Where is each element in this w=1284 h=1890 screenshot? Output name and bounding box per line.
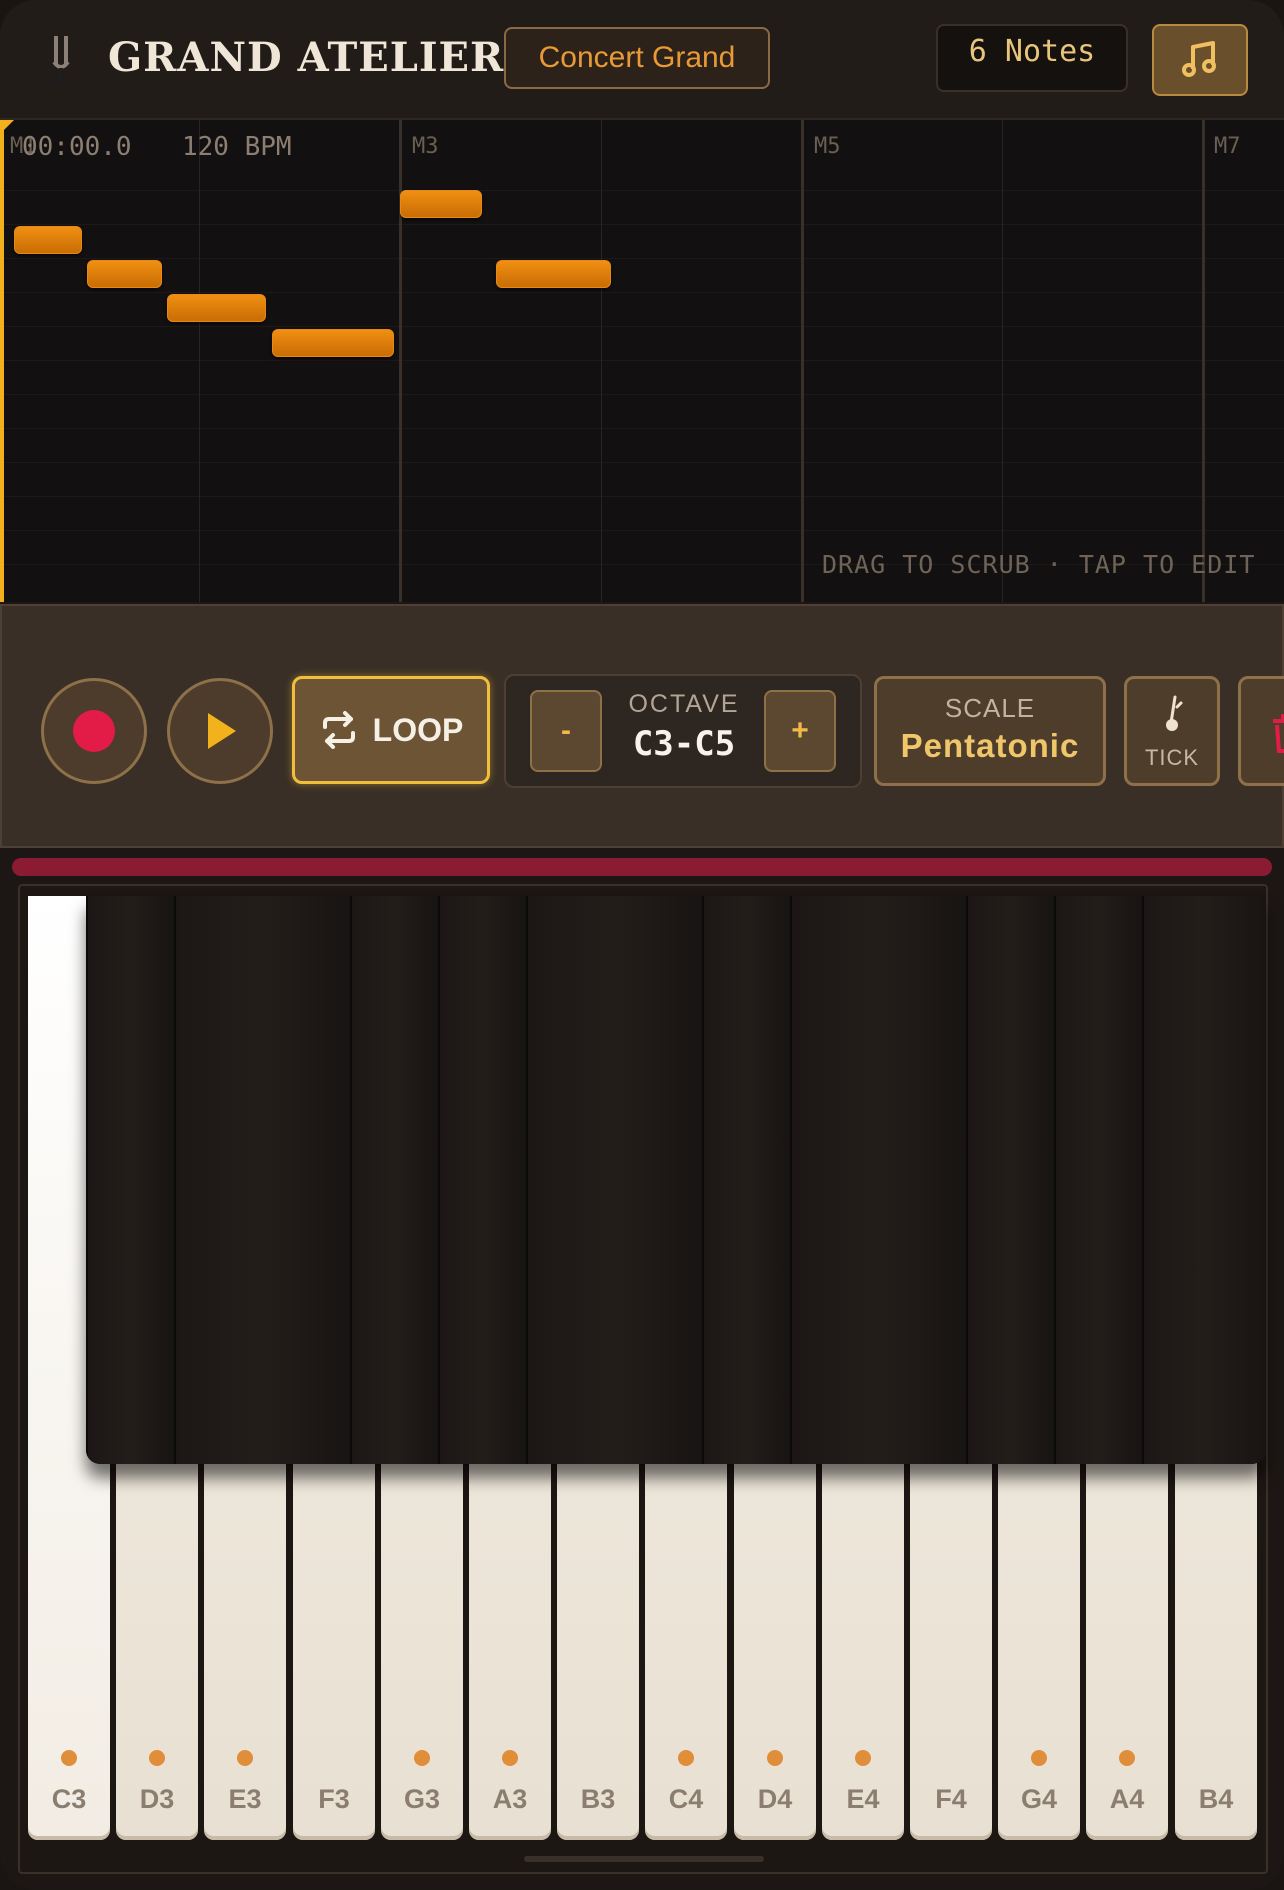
key-label: C3 — [51, 1784, 87, 1814]
key-label: G3 — [403, 1784, 441, 1814]
scale-value: Pentatonic — [900, 727, 1080, 764]
note-block[interactable] — [272, 329, 394, 357]
piano-roll-timeline[interactable]: M1 M3 M5 M7 00:00.0 120 BPM DRAG TO SCRU… — [0, 120, 1284, 602]
measure-label: M3 — [412, 134, 439, 159]
piano-keyboard: C3 D3 E3 F3 G3 A3 B3 C4 D4 E4 F4 G4 A4 B4 — [18, 884, 1268, 1874]
header: GRAND ATELIER Concert Grand 6 Notes — [0, 0, 1284, 120]
black-key[interactable] — [174, 896, 350, 1464]
measure-line — [801, 120, 804, 602]
metronome-tick-button[interactable]: TICK — [1124, 676, 1220, 786]
timeline-hint: DRAG TO SCRUB · TAP TO EDIT — [822, 550, 1256, 579]
loop-button[interactable]: LOOP — [292, 676, 490, 784]
grid-line — [0, 530, 1284, 531]
octave-down-button[interactable]: - — [530, 690, 602, 772]
black-key[interactable] — [526, 896, 702, 1464]
scale-indicator-dot — [149, 1750, 165, 1766]
grid-line — [0, 496, 1284, 497]
scale-indicator-dot — [61, 1750, 77, 1766]
tuning-fork-icon — [52, 36, 70, 85]
black-key[interactable] — [790, 896, 966, 1464]
measure-label: M5 — [814, 134, 841, 159]
octave-title: OCTAVE — [628, 690, 740, 718]
velocity-bar[interactable] — [12, 858, 1272, 876]
notes-count-badge: 6 Notes — [936, 24, 1128, 92]
scale-indicator-dot — [678, 1750, 694, 1766]
key-label: E4 — [846, 1784, 880, 1814]
key-label: B4 — [1198, 1784, 1234, 1814]
scale-indicator-dot — [1031, 1750, 1047, 1766]
black-key[interactable] — [702, 896, 790, 1464]
grid-line — [0, 428, 1284, 429]
black-key[interactable] — [966, 896, 1054, 1464]
key-label: D4 — [757, 1784, 793, 1814]
note-block[interactable] — [167, 294, 266, 322]
note-block[interactable] — [400, 190, 482, 218]
loop-label: LOOP — [372, 711, 464, 748]
record-icon — [73, 710, 115, 752]
key-label: F4 — [935, 1784, 967, 1814]
time-readout: 00:00.0 — [22, 132, 132, 162]
piano-app: GRAND ATELIER Concert Grand 6 Notes M1 M… — [0, 0, 1284, 1890]
key-label: G4 — [1020, 1784, 1058, 1814]
loop-icon — [322, 711, 355, 749]
grid-line — [0, 326, 1284, 327]
grid-line — [0, 292, 1284, 293]
beat-line — [1002, 120, 1003, 602]
control-bar: LOOP - OCTAVE C3-C5 + SCALE Pentatonic T… — [0, 604, 1284, 848]
playhead-marker[interactable] — [0, 120, 14, 134]
key-label: B3 — [580, 1784, 616, 1814]
key-label: D3 — [139, 1784, 175, 1814]
scale-indicator-dot — [502, 1750, 518, 1766]
key-label: F3 — [318, 1784, 350, 1814]
music-menu-button[interactable] — [1152, 24, 1248, 96]
delete-button[interactable] — [1238, 676, 1284, 786]
grid-line — [0, 190, 1284, 191]
key-label: E3 — [228, 1784, 262, 1814]
note-block[interactable] — [496, 260, 611, 288]
bpm-readout: 120 BPM — [182, 132, 292, 162]
key-label: C4 — [668, 1784, 704, 1814]
grid-line — [0, 462, 1284, 463]
scale-indicator-dot — [855, 1750, 871, 1766]
play-icon — [208, 713, 236, 749]
keyboard-handle[interactable] — [524, 1856, 764, 1862]
black-keys — [86, 896, 1266, 1464]
black-key[interactable] — [350, 896, 438, 1464]
grid-line — [0, 394, 1284, 395]
grid-line — [0, 258, 1284, 259]
key-label: A3 — [492, 1784, 528, 1814]
scale-indicator-dot — [237, 1750, 253, 1766]
playhead[interactable] — [0, 120, 4, 602]
app-title: GRAND ATELIER — [108, 34, 505, 81]
grid-line — [0, 360, 1284, 361]
measure-label: M7 — [1214, 134, 1241, 159]
black-key[interactable] — [1142, 896, 1266, 1464]
scale-selector[interactable]: SCALE Pentatonic — [874, 676, 1106, 786]
trash-icon — [1273, 714, 1284, 753]
scale-indicator-dot — [1119, 1750, 1135, 1766]
octave-control: - OCTAVE C3-C5 + — [504, 674, 862, 788]
measure-line — [1202, 120, 1205, 602]
music-note-icon — [1182, 41, 1216, 77]
octave-range-value: C3-C5 — [632, 724, 736, 764]
note-block[interactable] — [87, 260, 162, 288]
grid-line — [0, 224, 1284, 225]
black-key[interactable] — [438, 896, 526, 1464]
scale-title: SCALE — [944, 693, 1036, 723]
beat-line — [601, 120, 602, 602]
record-button[interactable] — [41, 678, 147, 784]
key-label: A4 — [1109, 1784, 1145, 1814]
scale-indicator-dot — [767, 1750, 783, 1766]
note-block[interactable] — [14, 226, 82, 254]
scale-indicator-dot — [414, 1750, 430, 1766]
black-key[interactable] — [1054, 896, 1142, 1464]
octave-up-button[interactable]: + — [764, 690, 836, 772]
play-button[interactable] — [167, 678, 273, 784]
instrument-selector[interactable]: Concert Grand — [504, 27, 770, 89]
black-key[interactable] — [86, 896, 174, 1464]
metronome-icon — [1166, 695, 1183, 731]
tick-label: TICK — [1144, 745, 1200, 770]
beat-line — [199, 120, 200, 602]
